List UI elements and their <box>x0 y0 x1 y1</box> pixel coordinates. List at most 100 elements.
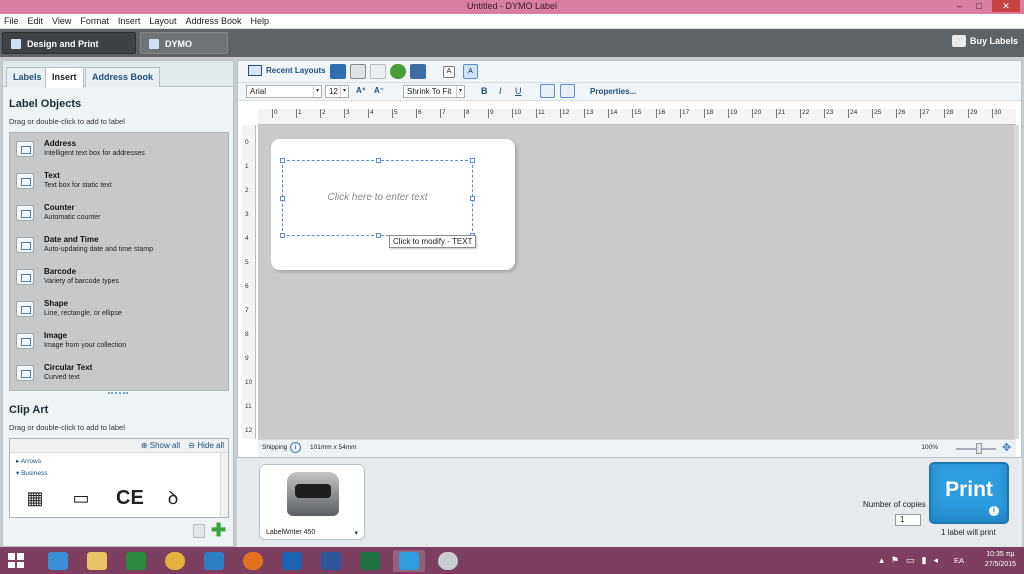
taskbar-outlook[interactable] <box>276 550 308 572</box>
taskbar-paint[interactable] <box>432 550 464 572</box>
flag-icon[interactable]: ⚑ <box>891 555 899 566</box>
editor-status-bar: Shipping i 101mm x 54mm 100% ✥ <box>258 439 1016 457</box>
chevron-up-icon[interactable]: ▴ <box>879 555 884 566</box>
tab-address-book[interactable]: Address Book <box>85 67 161 87</box>
windows-start-icon[interactable] <box>8 553 24 568</box>
taskbar-dymo[interactable] <box>393 550 425 572</box>
resize-handle[interactable] <box>280 196 285 201</box>
undo-icon[interactable] <box>390 64 406 79</box>
taskbar-word[interactable] <box>315 550 347 572</box>
resize-handle[interactable] <box>280 233 285 238</box>
chart-clipart-icon[interactable]: ▦ <box>24 489 46 507</box>
object-circular-text[interactable]: Circular Text Curved text <box>10 357 228 389</box>
label-card[interactable]: Click here to enter text Click to modify… <box>271 139 515 270</box>
mouse-clipart-icon[interactable]: ꝺ <box>162 489 184 507</box>
menu-insert[interactable]: Insert <box>118 16 141 26</box>
resize-handle[interactable] <box>470 158 475 163</box>
modify-tooltip: Click to modify - TEXT <box>389 235 477 248</box>
object-text[interactable]: Text Text box for static text <box>10 165 228 197</box>
taskbar-explorer[interactable] <box>81 550 113 572</box>
menu-layout[interactable]: Layout <box>149 16 176 26</box>
underline-button[interactable]: U <box>515 86 522 96</box>
info-icon[interactable]: i <box>290 442 301 453</box>
add-icon[interactable]: ✚ <box>211 521 227 539</box>
print-info-icon[interactable]: i <box>989 506 999 516</box>
resize-handle[interactable] <box>376 233 381 238</box>
panel-splitter[interactable] <box>108 392 128 396</box>
text-box-selected-icon[interactable]: A <box>463 64 478 79</box>
resize-handle[interactable] <box>470 196 475 201</box>
minimize-button[interactable]: – <box>952 0 966 12</box>
text-object[interactable]: Click here to enter text <box>280 158 475 238</box>
object-date-time[interactable]: Date and Time Auto-updating date and tim… <box>10 229 228 261</box>
clock[interactable]: 10:35 πμ 27/5/2015 <box>985 550 1016 570</box>
network-icon[interactable]: ▮ <box>922 555 927 566</box>
font-select[interactable]: Arial ▾ <box>246 85 322 98</box>
copies-stepper[interactable]: 1 <box>895 514 921 526</box>
taskbar-ie[interactable] <box>42 550 74 572</box>
object-shape[interactable]: Shape Line, rectangle, or ellipse <box>10 293 228 325</box>
font-size-select[interactable]: 12 ▾ <box>325 85 349 98</box>
object-barcode[interactable]: Barcode Variety of barcode types <box>10 261 228 293</box>
dymo-online-button[interactable]: DYMO Online <box>140 32 228 71</box>
object-address[interactable]: Address Intelligent text box for address… <box>10 133 228 165</box>
category-arrows[interactable]: ▸ Arrows <box>16 457 41 465</box>
trash-icon[interactable] <box>193 524 205 538</box>
properties-button[interactable]: Properties... <box>590 87 636 96</box>
grow-font-icon[interactable]: A⁺ <box>356 86 366 95</box>
tab-labels[interactable]: Labels <box>6 67 49 87</box>
italic-button[interactable]: I <box>499 86 502 96</box>
save-icon[interactable] <box>330 64 346 79</box>
printer-selector[interactable]: LabelWriter 450 ▾ <box>259 464 365 540</box>
menu-view[interactable]: View <box>52 16 71 26</box>
align-vertical-icon[interactable] <box>560 84 575 98</box>
taskbar-chrome[interactable] <box>159 550 191 572</box>
recent-layouts-button[interactable]: Recent Layouts <box>248 65 326 76</box>
resize-handle[interactable] <box>376 158 381 163</box>
object-counter[interactable]: Counter Automatic counter <box>10 197 228 229</box>
folder-icon <box>87 552 107 570</box>
fit-mode-select[interactable]: Shrink To Fit ▾ <box>403 85 465 98</box>
canvas-scrollbar[interactable] <box>1014 125 1019 439</box>
taskbar-excel[interactable] <box>354 550 386 572</box>
insert-image-icon[interactable] <box>410 64 426 79</box>
fit-to-window-icon[interactable]: ✥ <box>1002 443 1013 454</box>
print-icon[interactable] <box>350 64 366 79</box>
menu-edit[interactable]: Edit <box>28 16 44 26</box>
bold-button[interactable]: B <box>481 86 488 96</box>
input-language[interactable]: EA <box>954 556 964 565</box>
text-box-icon[interactable]: A <box>443 66 455 78</box>
zoom-slider-thumb[interactable] <box>976 443 982 454</box>
shrink-font-icon[interactable]: A⁻ <box>374 86 384 95</box>
hide-all-link[interactable]: ⊖ Hide all <box>188 441 224 450</box>
menu-help[interactable]: Help <box>250 16 269 26</box>
menu-format[interactable]: Format <box>80 16 109 26</box>
resize-handle[interactable] <box>280 158 285 163</box>
paste-icon[interactable] <box>370 64 386 79</box>
ie-icon <box>48 552 68 570</box>
print-button[interactable]: Print i <box>929 462 1009 524</box>
volume-icon[interactable]: ◂ <box>933 555 938 566</box>
ce-mark-clipart-icon[interactable]: CE <box>116 488 144 508</box>
tab-insert[interactable]: Insert <box>45 67 84 88</box>
category-business[interactable]: ▾ Business <box>16 469 47 477</box>
object-image[interactable]: Image Image from your collection <box>10 325 228 357</box>
taskbar: ▴ ⚑ ▭ ▮ ◂ EA 10:35 πμ 27/5/2015 <box>0 547 1024 574</box>
clip-art-scrollbar[interactable] <box>220 453 228 517</box>
taskbar-app[interactable] <box>198 550 230 572</box>
show-all-link[interactable]: ⊕ Show all <box>141 441 180 450</box>
menu-address-book[interactable]: Address Book <box>185 16 241 26</box>
menu-file[interactable]: File <box>4 16 19 26</box>
close-button[interactable]: ✕ <box>992 0 1020 12</box>
buy-labels-button[interactable]: Buy Labels <box>951 35 1018 47</box>
folder-clipart-icon[interactable]: ▭ <box>70 489 92 507</box>
text-placeholder[interactable]: Click here to enter text <box>283 192 472 203</box>
taskbar-store[interactable] <box>120 550 152 572</box>
chevron-down-icon[interactable]: ▾ <box>354 529 358 537</box>
taskbar-firefox[interactable] <box>237 550 269 572</box>
design-print-labels-button[interactable]: Design and Print Labels <box>2 32 136 71</box>
display-icon[interactable]: ▭ <box>906 555 915 566</box>
clock-date: 27/5/2015 <box>984 561 1016 568</box>
align-horizontal-icon[interactable] <box>540 84 555 98</box>
maximize-button[interactable]: □ <box>972 0 986 12</box>
